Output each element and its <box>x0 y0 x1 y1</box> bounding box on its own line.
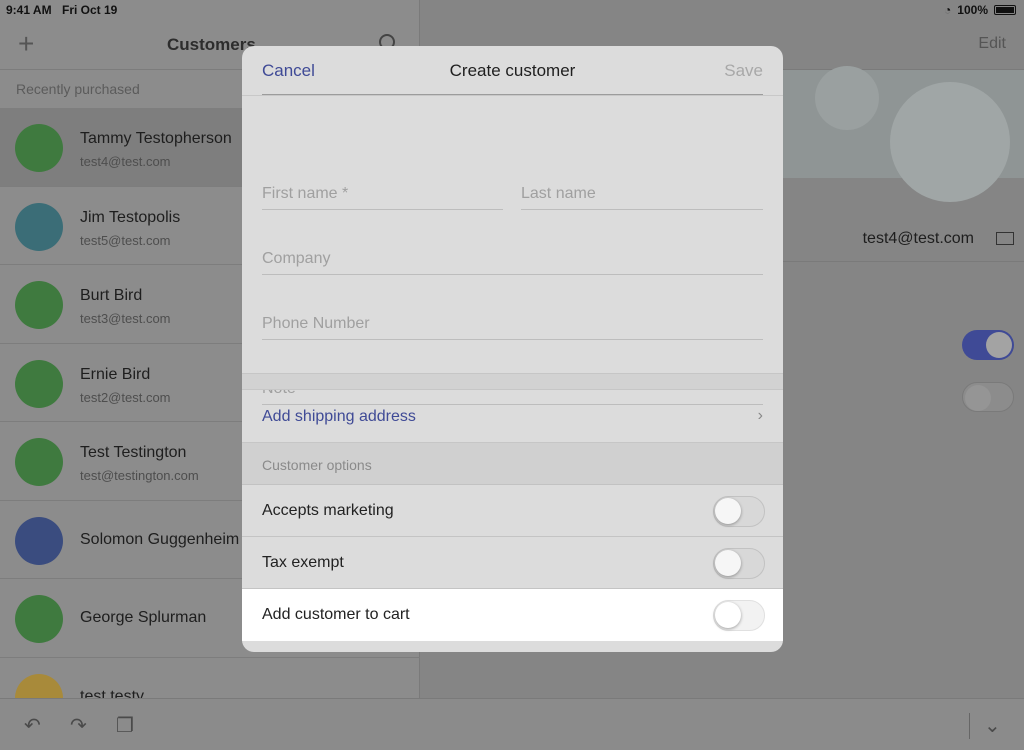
customer-options-label: Customer options <box>262 457 372 473</box>
avatar <box>15 124 63 172</box>
create-customer-modal: Cancel Create customer Save Add shipping… <box>242 46 783 652</box>
detail-toggle-on[interactable] <box>962 330 1014 360</box>
phone-field[interactable] <box>262 310 763 340</box>
option-label: Tax exempt <box>262 554 344 571</box>
customer-name: Burt Bird <box>80 287 143 304</box>
divider <box>262 94 763 95</box>
status-right: ◔ 100% <box>944 3 1016 17</box>
customer-name: Solomon Guggenheim <box>80 530 240 548</box>
first-name-input[interactable] <box>262 180 503 208</box>
chevron-right-icon: › <box>757 407 763 424</box>
toggle-knob <box>986 332 1012 358</box>
mail-icon[interactable] <box>996 232 1014 245</box>
chevron-down-icon[interactable]: ⌄ <box>984 713 1001 738</box>
avatar <box>15 438 63 486</box>
toggle-knob <box>715 602 741 628</box>
undo-icon[interactable]: ↶ <box>24 713 41 738</box>
battery-percent: 100% <box>957 3 988 17</box>
status-bar: 9:41 AM Fri Oct 19 ◔ 100% <box>0 0 1024 20</box>
customer-email: test5@test.com <box>80 232 171 248</box>
customer-email: test@testington.com <box>80 468 199 483</box>
customer-name: Ernie Bird <box>80 365 151 383</box>
edit-button[interactable]: Edit <box>978 35 1006 53</box>
battery-icon <box>994 5 1016 15</box>
section-spacer <box>242 373 783 389</box>
avatar <box>15 202 63 251</box>
option-label: Add customer to cart <box>262 606 410 623</box>
last-name-input[interactable] <box>521 180 763 208</box>
customer-email: test3@test.com <box>80 311 171 326</box>
toggle-knob <box>965 385 991 411</box>
recently-purchased-label: Recently purchased <box>16 81 140 97</box>
last-name-field[interactable] <box>521 180 763 210</box>
option-tax-exempt: Tax exempt <box>242 537 783 589</box>
toggle-knob <box>715 498 741 524</box>
option-add-customer-to-cart: Add customer to cart <box>242 589 783 641</box>
company-input[interactable] <box>262 245 763 273</box>
customer-name: George Splurman <box>80 609 207 626</box>
customer-name: Jim Testopolis <box>80 208 181 226</box>
wifi-icon: ◔ <box>944 3 952 17</box>
customer-name: Tammy Testopherson <box>80 130 232 147</box>
customer-name: Test Testington <box>80 444 187 461</box>
customer-form <box>242 96 783 405</box>
add-shipping-address-row[interactable]: Add shipping address › <box>242 389 783 443</box>
customer-email: test4@test.com <box>80 154 171 169</box>
avatar <box>15 281 63 329</box>
modal-title: Create customer <box>449 61 576 80</box>
status-date: Fri Oct 19 <box>62 3 118 17</box>
modal-header: Cancel Create customer Save <box>242 46 783 96</box>
detail-toggle-off[interactable] <box>962 382 1014 412</box>
phone-input[interactable] <box>262 310 763 338</box>
first-name-field[interactable] <box>262 180 503 210</box>
hero-avatar-large <box>890 82 1010 202</box>
toolbar-divider <box>969 713 970 739</box>
company-field[interactable] <box>262 245 763 275</box>
accepts-marketing-toggle[interactable] <box>713 496 765 527</box>
customer-options-header: Customer options <box>242 443 783 485</box>
copy-icon[interactable]: ❐ <box>116 713 134 738</box>
option-accepts-marketing: Accepts marketing <box>242 485 783 537</box>
toggle-knob <box>715 550 741 576</box>
add-to-cart-toggle[interactable] <box>713 600 765 631</box>
save-button[interactable]: Save <box>724 61 763 81</box>
customer-email: test2@test.com <box>80 389 171 405</box>
hero-avatar-small <box>815 66 879 130</box>
option-label: Accepts marketing <box>262 502 394 519</box>
avatar <box>15 595 63 643</box>
bottom-toolbar: ↶ ↷ ❐ ⌄ <box>0 698 1024 750</box>
add-shipping-address-link[interactable]: Add shipping address <box>262 408 416 426</box>
avatar <box>15 516 63 565</box>
status-time: 9:41 AM <box>6 3 52 17</box>
redo-icon[interactable]: ↷ <box>70 713 87 738</box>
tax-exempt-toggle[interactable] <box>713 548 765 579</box>
avatar <box>15 359 63 408</box>
detail-email: test4@test.com <box>862 230 974 247</box>
add-customer-icon[interactable]: + <box>18 28 34 60</box>
